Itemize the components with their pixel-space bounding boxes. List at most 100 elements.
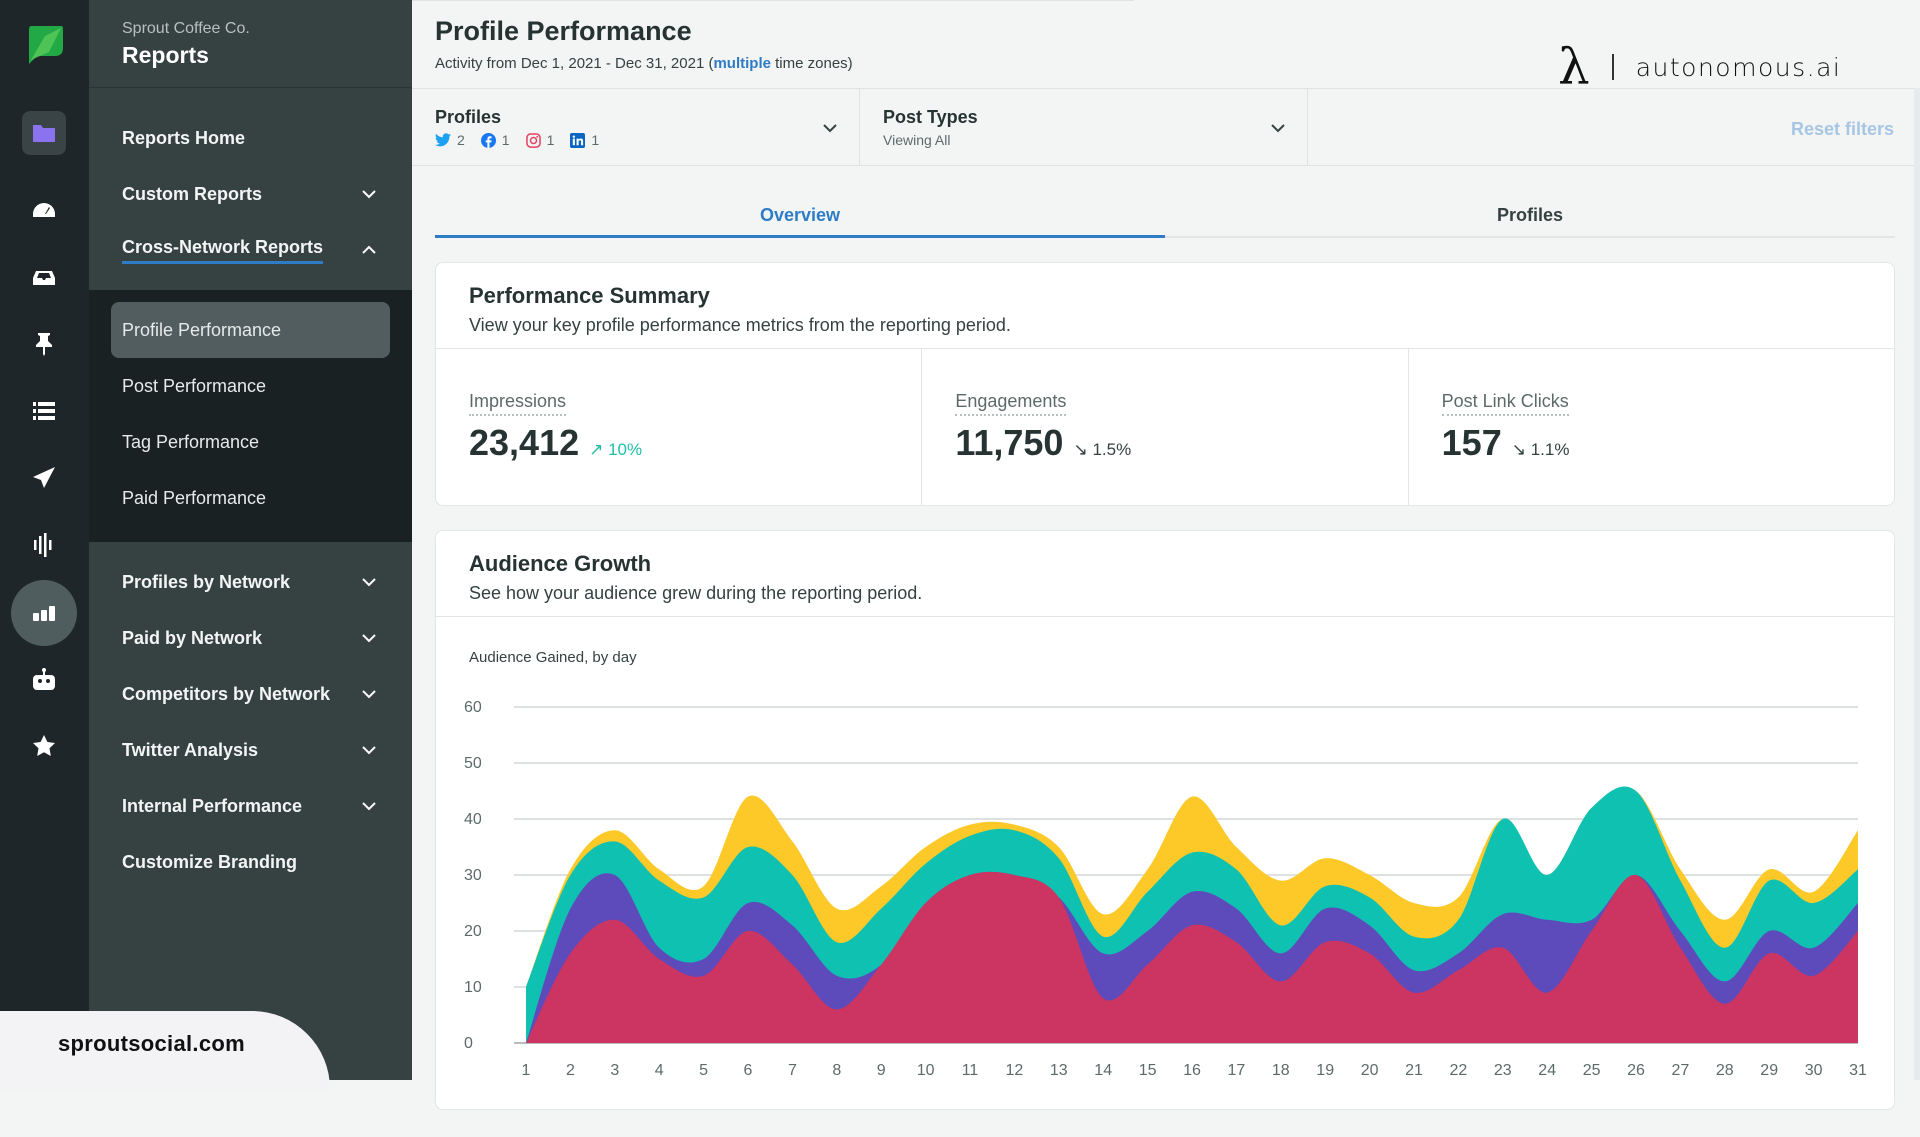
metric-label[interactable]: Impressions [469, 391, 567, 416]
nav-label: Internal Performance [122, 795, 303, 816]
timezones-link[interactable]: multiple [713, 55, 771, 72]
linkedin-icon [570, 132, 586, 148]
subnav-post-performance[interactable]: Post Performance [111, 358, 390, 414]
instagram-count: 1 [525, 132, 554, 148]
nav-reports-home[interactable]: Reports Home [89, 110, 412, 166]
metric-change: ↗ 10% [589, 440, 642, 460]
metric-label[interactable]: Engagements [955, 391, 1067, 416]
inbox-icon[interactable] [22, 256, 66, 300]
x-tick-label: 2 [566, 1062, 575, 1079]
reset-filters-button[interactable]: Reset filters [1791, 119, 1894, 140]
x-tick-label: 12 [1006, 1062, 1024, 1079]
chevron-up-icon [361, 242, 377, 258]
dashboard-icon[interactable] [22, 188, 66, 232]
subnav-profile-performance[interactable]: Profile Performance [111, 302, 390, 358]
nav-label: Paid by Network [122, 627, 263, 648]
list-icon[interactable] [22, 389, 66, 433]
change-value: 10% [608, 440, 643, 459]
y-tick-label: 40 [464, 811, 482, 828]
x-tick-label: 20 [1361, 1062, 1379, 1079]
x-tick-label: 11 [962, 1062, 979, 1079]
sidebar-header: Sprout Coffee Co. Reports [89, 0, 412, 88]
performance-summary-card: Performance Summary View your key profil… [435, 262, 1895, 506]
nav-internal-performance[interactable]: Internal Performance [89, 778, 412, 834]
metric-impressions: Impressions 23,412 ↗ 10% [436, 349, 923, 505]
audience-growth-chart: 01020304050601 2 3 4 5 6 7 8 9 10 11 12 13 14 15 16 17 18… [464, 699, 1867, 1079]
nav-competitors-by-network[interactable]: Competitors by Network [89, 666, 412, 722]
tab-profiles[interactable]: Profiles [1165, 192, 1895, 236]
reports-icon[interactable] [11, 580, 77, 646]
nav-twitter-analysis[interactable]: Twitter Analysis [89, 722, 412, 778]
x-tick-label: 21 [1405, 1062, 1423, 1079]
x-tick-label: 30 [1805, 1062, 1823, 1079]
twitter-count: 2 [435, 132, 465, 148]
metric-change: ↘ 1.1% [1512, 440, 1570, 460]
y-tick-label: 0 [464, 1035, 473, 1052]
card-subtitle: View your key profile performance metric… [469, 315, 1011, 335]
sproutsocial-watermark: sproutsocial.com [0, 1011, 330, 1091]
x-tick-label: 4 [655, 1062, 664, 1079]
nav-custom-reports[interactable]: Custom Reports [89, 166, 412, 222]
chart-area: Audience Gained, by day 0 10 20 30 40 50 60 1 2 3… [436, 617, 1894, 1137]
folder-icon[interactable] [22, 111, 66, 155]
star-icon[interactable] [22, 724, 66, 768]
x-tick-label: 3 [610, 1062, 619, 1079]
page-title: Profile Performance [435, 16, 692, 46]
x-tick-label: 25 [1583, 1062, 1601, 1079]
nav-label: Custom Reports [122, 183, 263, 204]
y-tick-label: 10 [464, 979, 482, 996]
autonomous-watermark: λ autonomous.ai [1558, 42, 1841, 92]
post-types-filter[interactable]: Post Types Viewing All [860, 89, 1308, 165]
facebook-icon [480, 132, 496, 148]
nav-cross-network-reports[interactable]: Cross-Network Reports [89, 222, 412, 278]
nav-label: Cross-Network Reports [122, 237, 324, 264]
icon-rail [0, 0, 89, 1080]
listening-icon[interactable] [22, 523, 66, 567]
nav-profiles-by-network[interactable]: Profiles by Network [89, 554, 412, 610]
pin-icon[interactable] [22, 322, 66, 366]
metric-value: 157 [1441, 422, 1502, 463]
x-tick-label: 29 [1760, 1062, 1778, 1079]
x-tick-label: 31 [1849, 1062, 1867, 1079]
reports-nav: Reports Home Custom Reports Cross-Networ… [89, 88, 412, 278]
nav-paid-by-network[interactable]: Paid by Network [89, 610, 412, 666]
date-range-text: Activity from Dec 1, 2021 - Dec 31, 2021… [435, 55, 714, 72]
nav-customize-branding[interactable]: Customize Branding [89, 834, 412, 890]
card-subtitle: See how your audience grew during the re… [469, 583, 923, 603]
metric-value: 23,412 [469, 422, 580, 463]
bot-icon[interactable] [22, 658, 66, 702]
x-tick-label: 22 [1450, 1062, 1468, 1079]
page-header: Profile Performance Activity from Dec 1,… [435, 16, 853, 72]
nav-label: Twitter Analysis [122, 739, 259, 760]
card-title: Audience Growth [469, 551, 652, 576]
x-tick-label: 1 [522, 1062, 531, 1079]
tab-overview[interactable]: Overview [435, 192, 1165, 238]
y-tick-label: 50 [464, 755, 482, 772]
org-name: Sprout Coffee Co. [122, 20, 250, 37]
profiles-filter[interactable]: Profiles 2 1 1 1 [412, 89, 860, 165]
x-tick-label: 27 [1672, 1062, 1690, 1079]
metric-label[interactable]: Post Link Clicks [1441, 391, 1569, 416]
chevron-down-icon [361, 630, 377, 646]
date-range: Activity from Dec 1, 2021 - Dec 31, 2021… [435, 55, 853, 72]
brand-text: autonomous.ai [1635, 52, 1842, 82]
subnav-tag-performance[interactable]: Tag Performance [111, 414, 390, 470]
x-tick-label: 23 [1494, 1062, 1512, 1079]
count: 1 [591, 132, 600, 148]
change-value: 1.5% [1092, 440, 1132, 459]
sprout-logo-icon[interactable] [25, 22, 65, 66]
send-icon[interactable] [22, 456, 66, 500]
filter-value: Viewing All [883, 132, 951, 148]
x-tick-label: 18 [1272, 1062, 1290, 1079]
x-tick-label: 17 [1228, 1062, 1246, 1079]
x-tick-label: 15 [1139, 1062, 1157, 1079]
section-title: Reports [122, 42, 209, 68]
count: 2 [457, 132, 465, 148]
filter-label: Post Types [883, 107, 978, 127]
x-tick-label: 13 [1050, 1062, 1068, 1079]
filter-label: Profiles [435, 107, 502, 127]
subnav-paid-performance[interactable]: Paid Performance [111, 470, 390, 526]
x-tick-label: 16 [1183, 1062, 1201, 1079]
scrollbar[interactable] [1914, 88, 1920, 1080]
card-title: Performance Summary [469, 283, 710, 308]
